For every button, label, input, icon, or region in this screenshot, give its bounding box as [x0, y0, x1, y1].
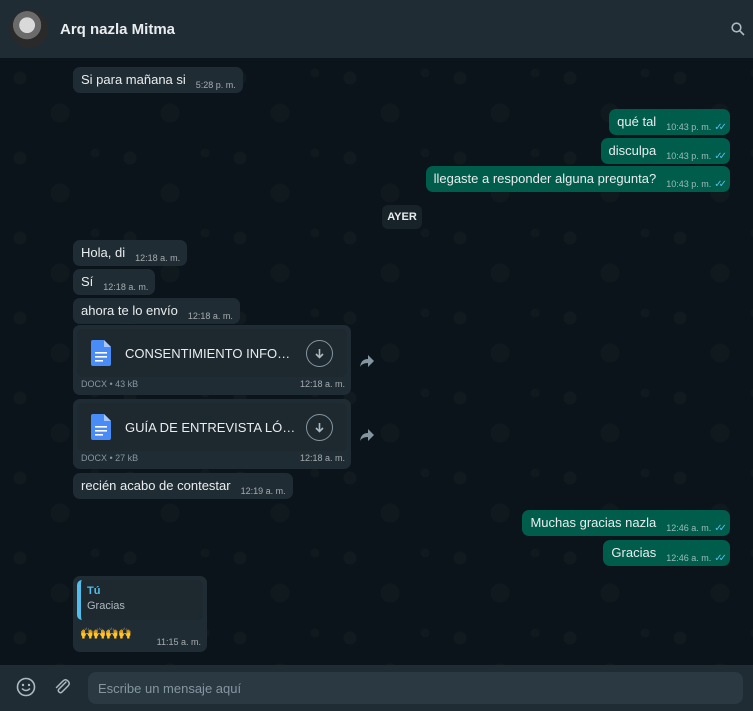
download-icon	[315, 423, 324, 433]
message-text: disculpa	[608, 143, 657, 158]
message-composer	[0, 665, 753, 711]
message-incoming[interactable]: Hola, di 12:18 a. m.	[73, 240, 188, 266]
message-time: 12:19 a. m.	[240, 486, 286, 496]
message-incoming[interactable]: Si para mañana si 5:28 p. m.	[73, 67, 243, 93]
message-time: 5:28 p. m.	[195, 80, 236, 90]
message-list[interactable]: Si para mañana si 5:28 p. m. qué tal 10:…	[0, 58, 753, 665]
double-check-icon: ✓✓	[714, 553, 727, 564]
message-text: Sí	[81, 274, 94, 289]
message-input[interactable]	[88, 672, 743, 704]
document-icon	[91, 340, 111, 366]
contact-name[interactable]: Arq nazla Mitma	[60, 21, 175, 38]
document-preview[interactable]: GUÍA DE ENTREVISTA LÓPEZ D ...	[77, 403, 347, 451]
message-time: 12:46 a. m.	[666, 553, 712, 563]
message-time: 10:43 p. m.	[666, 151, 712, 161]
message-text: Muchas gracias nazla	[530, 515, 657, 530]
document-meta: DOCX • 43 kB	[81, 379, 139, 389]
message-text: qué tal	[617, 114, 657, 129]
message-outgoing[interactable]: Gracias 12:46 a. m. ✓✓	[603, 540, 730, 566]
double-check-icon: ✓✓	[714, 179, 727, 190]
message-text: ahora te lo envío	[81, 303, 178, 318]
forward-icon[interactable]	[360, 429, 374, 441]
reply-message[interactable]: Tú Gracias 🙌🙌🙌🙌 11:15 a. m.	[73, 576, 207, 652]
paperclip-icon[interactable]	[52, 677, 72, 697]
forward-icon[interactable]	[360, 355, 374, 367]
message-outgoing[interactable]: disculpa 10:43 p. m. ✓✓	[600, 138, 730, 164]
chat-header[interactable]: Arq nazla Mitma	[0, 0, 753, 58]
message-time: 10:43 p. m.	[666, 179, 712, 189]
message-text: recién acabo de contestar	[81, 478, 231, 493]
quoted-author: Tú	[87, 585, 101, 597]
message-text: Gracias	[611, 545, 657, 560]
document-message[interactable]: CONSENTIMIENTO INFORMAD... DOCX • 43 kB …	[73, 325, 351, 395]
message-incoming[interactable]: Sí 12:18 a. m.	[73, 269, 156, 295]
document-preview[interactable]: CONSENTIMIENTO INFORMAD...	[77, 329, 347, 377]
double-check-icon: ✓✓	[714, 523, 727, 534]
emoji-icon[interactable]	[16, 677, 36, 697]
message-outgoing[interactable]: qué tal 10:43 p. m. ✓✓	[609, 109, 730, 135]
document-message[interactable]: GUÍA DE ENTREVISTA LÓPEZ D ... DOCX • 27…	[73, 399, 351, 469]
message-incoming[interactable]: ahora te lo envío 12:18 a. m.	[73, 298, 240, 324]
quoted-message[interactable]: Tú Gracias	[77, 580, 203, 620]
download-icon	[315, 349, 324, 359]
message-time: 12:18 a. m.	[299, 379, 345, 389]
message-incoming[interactable]: recién acabo de contestar 12:19 a. m.	[73, 473, 293, 499]
message-outgoing[interactable]: Muchas gracias nazla 12:46 a. m. ✓✓	[522, 510, 730, 536]
emoji-reaction: 🙌🙌🙌🙌	[80, 628, 132, 640]
message-time: 10:43 p. m.	[666, 122, 712, 132]
document-name: CONSENTIMIENTO INFORMAD...	[125, 345, 297, 361]
double-check-icon: ✓✓	[714, 122, 727, 133]
document-meta: DOCX • 27 kB	[81, 453, 139, 463]
message-time: 12:46 a. m.	[666, 523, 712, 533]
message-time: 12:18 a. m.	[187, 311, 233, 321]
message-outgoing[interactable]: llegaste a responder alguna pregunta? 10…	[425, 166, 730, 192]
message-text: Si para mañana si	[81, 72, 186, 87]
date-divider: AYER	[382, 205, 422, 229]
message-time: 11:15 a. m.	[156, 637, 201, 647]
search-icon[interactable]	[731, 22, 745, 36]
document-icon	[91, 414, 111, 440]
double-check-icon: ✓✓	[714, 151, 727, 162]
avatar[interactable]	[10, 10, 48, 48]
download-button[interactable]	[306, 414, 333, 441]
message-time: 12:18 a. m.	[135, 253, 181, 263]
download-button[interactable]	[306, 340, 333, 367]
message-text: Hola, di	[81, 245, 126, 260]
message-text: llegaste a responder alguna pregunta?	[433, 171, 657, 186]
message-time: 12:18 a. m.	[299, 453, 345, 463]
document-name: GUÍA DE ENTREVISTA LÓPEZ D ...	[125, 419, 297, 435]
whatsapp-window: Arq nazla Mitma Si para mañana si 5:28 p…	[0, 0, 753, 711]
quoted-text: Gracias	[87, 600, 125, 612]
message-time: 12:18 a. m.	[103, 282, 149, 292]
